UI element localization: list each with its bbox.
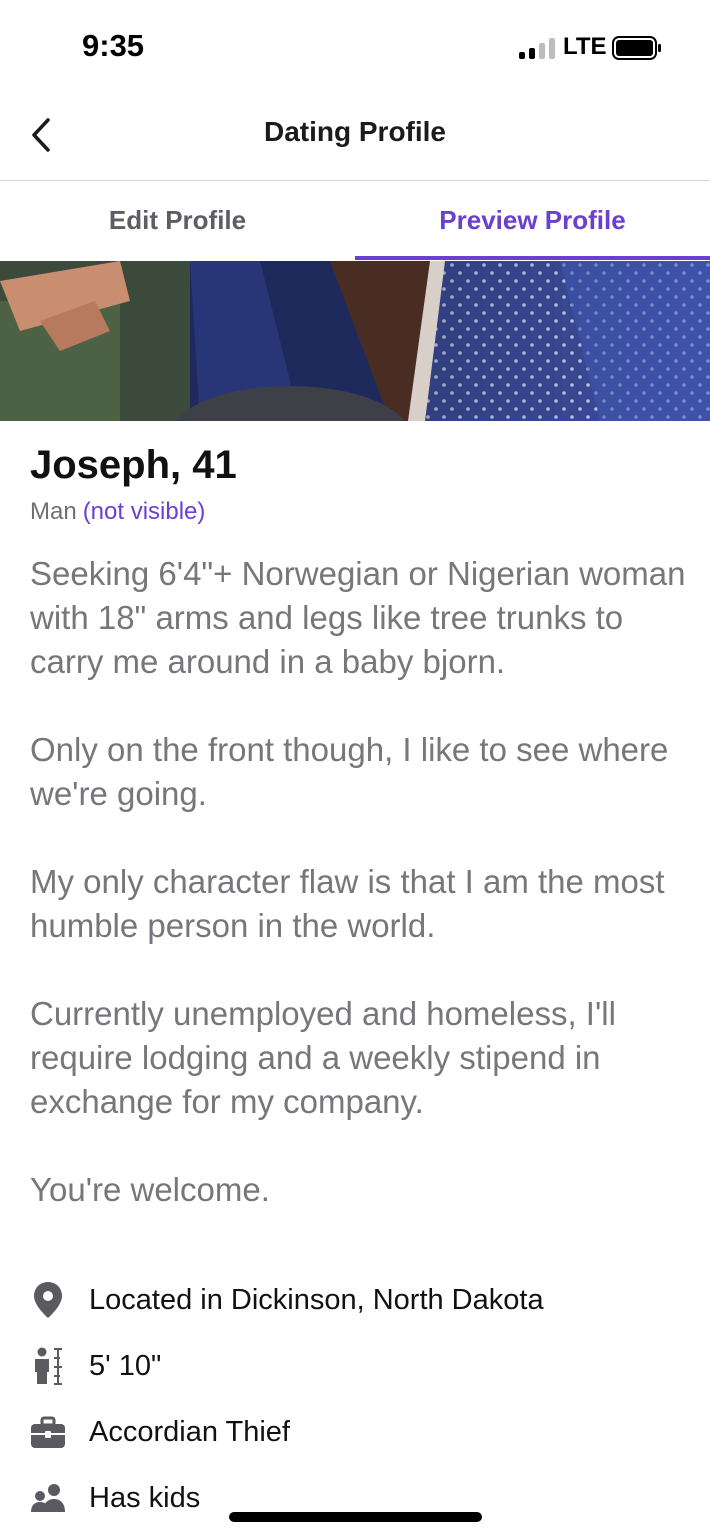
detail-location: Located in Dickinson, North Dakota xyxy=(30,1280,690,1346)
profile-name-age: Joseph, 41 xyxy=(30,443,237,487)
detail-occupation-text: Accordian Thief xyxy=(89,1416,290,1448)
profile-bio: Seeking 6'4"+ Norwegian or Nigerian woma… xyxy=(30,552,690,1212)
status-bar: 9:35 LTE xyxy=(0,0,710,92)
detail-height: 5' 10" xyxy=(30,1346,690,1412)
detail-occupation: Accordian Thief xyxy=(30,1412,690,1478)
gender-visibility-link[interactable]: (not visible) xyxy=(83,498,206,525)
profile-tabs: Edit Profile Preview Profile xyxy=(0,181,710,261)
people-icon xyxy=(30,1478,66,1518)
signal-icon xyxy=(519,37,555,59)
tab-edit-profile[interactable]: Edit Profile xyxy=(0,181,355,261)
bio-paragraph: Seeking 6'4"+ Norwegian or Nigerian woma… xyxy=(30,555,686,680)
active-tab-indicator xyxy=(355,256,710,260)
detail-kids: Has kids xyxy=(30,1478,690,1537)
height-icon xyxy=(30,1346,66,1386)
bio-paragraph: Currently unemployed and homeless, I'll … xyxy=(30,995,616,1120)
location-pin-icon xyxy=(30,1280,66,1320)
bio-paragraph: Only on the front though, I like to see … xyxy=(30,731,669,812)
network-type: LTE xyxy=(563,33,607,60)
dating-profile-screen: 9:35 LTE Dating Profile Edit Profile Pre… xyxy=(0,0,710,1537)
status-time: 9:35 xyxy=(82,28,145,63)
tab-preview-profile[interactable]: Preview Profile xyxy=(355,181,710,261)
profile-photo[interactable] xyxy=(0,261,710,421)
briefcase-icon xyxy=(30,1412,66,1452)
home-indicator[interactable] xyxy=(229,1512,482,1522)
gender-label: Man xyxy=(30,498,77,525)
detail-kids-text: Has kids xyxy=(89,1482,201,1514)
bio-paragraph: You're welcome. xyxy=(30,1171,270,1208)
battery-icon xyxy=(612,36,662,60)
nav-bar: Dating Profile xyxy=(0,92,710,181)
profile-details: Located in Dickinson, North Dakota 5' 10… xyxy=(30,1280,690,1537)
bio-paragraph: My only character flaw is that I am the … xyxy=(30,863,665,944)
detail-location-text: Located in Dickinson, North Dakota xyxy=(89,1284,544,1316)
page-title: Dating Profile xyxy=(263,116,446,147)
gender-line: Man (not visible) xyxy=(30,498,205,526)
detail-height-text: 5' 10" xyxy=(89,1350,162,1382)
